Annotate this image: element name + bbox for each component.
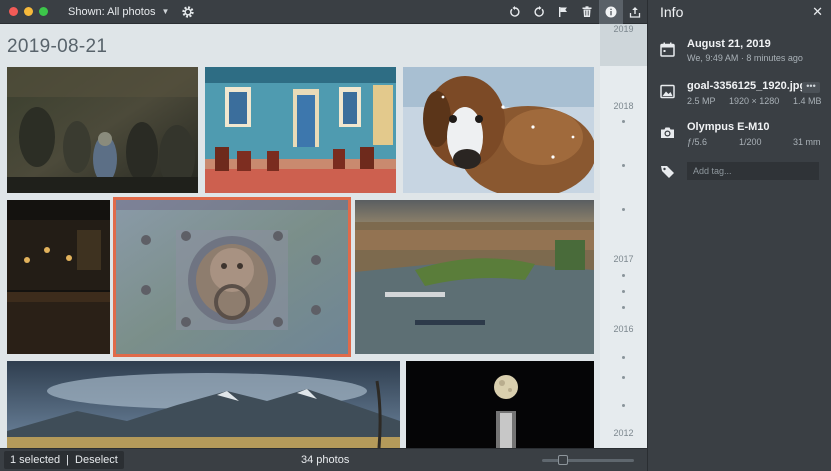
image-icon xyxy=(660,84,675,99)
zoom-window-button[interactable] xyxy=(39,7,48,16)
timeline-dot xyxy=(622,164,625,167)
status-bar: 1 selected | Deselect 34 photos xyxy=(0,448,647,471)
timeline-year-2017[interactable]: 2017 xyxy=(600,254,647,264)
chevron-down-icon: ▼ xyxy=(161,7,170,16)
info-date-subtitle: We, 9:49 AM · 8 minutes ago xyxy=(687,53,803,63)
add-tag-input[interactable] xyxy=(687,162,819,180)
selection-box: 1 selected | Deselect xyxy=(4,451,124,469)
photo-tile[interactable] xyxy=(7,200,110,354)
share-icon xyxy=(629,7,641,18)
toolbar: Shown: All photos ▼ xyxy=(0,0,647,24)
divider: | xyxy=(66,454,70,466)
crowd-street-photo xyxy=(7,67,198,193)
photo-tile[interactable] xyxy=(7,361,400,448)
flag-button[interactable] xyxy=(551,0,575,24)
rotate-left-button[interactable] xyxy=(503,0,527,24)
share-button[interactable] xyxy=(623,0,647,24)
info-icon xyxy=(605,6,617,18)
river-town-photo xyxy=(355,200,594,354)
tag-icon xyxy=(661,166,674,178)
mountain-landscape-photo xyxy=(7,361,400,448)
calendar-icon xyxy=(660,42,675,57)
photo-tile[interactable] xyxy=(355,200,594,354)
timeline-year-2018[interactable]: 2018 xyxy=(600,101,647,111)
info-focal-length: 31 mm xyxy=(793,137,821,147)
minimize-window-button[interactable] xyxy=(24,7,33,16)
timeline-year-2012[interactable]: 2012 xyxy=(600,428,647,438)
timeline-dot xyxy=(622,404,625,407)
photo-tile[interactable] xyxy=(403,67,594,193)
shown-filter-label: Shown: All photos xyxy=(68,5,156,18)
info-panel: Info ✕ August 21, 2019 We, 9:49 AM · 8 m… xyxy=(647,0,831,471)
rotate-right-icon xyxy=(534,6,544,17)
camera-icon xyxy=(661,127,674,138)
cafe-building-photo xyxy=(205,67,396,193)
photo-tile[interactable] xyxy=(205,67,396,193)
info-title: Info xyxy=(660,4,684,20)
info-button[interactable] xyxy=(599,0,623,24)
timeline-scrubber[interactable]: 2019 2018 2017 2016 2012 xyxy=(600,24,647,448)
photo-tile[interactable] xyxy=(406,361,594,448)
flag-icon xyxy=(559,7,567,17)
zoom-slider[interactable] xyxy=(542,455,634,465)
timeline-year-2016[interactable]: 2016 xyxy=(600,324,647,334)
timeline-dot xyxy=(622,208,625,211)
selection-count: 1 selected xyxy=(10,454,61,466)
deselect-button[interactable]: Deselect xyxy=(75,454,118,466)
rotate-right-button[interactable] xyxy=(527,0,551,24)
info-date-title: August 21, 2019 xyxy=(687,38,771,50)
rotate-left-icon xyxy=(510,6,520,17)
timeline-dot xyxy=(622,306,625,309)
shown-filter-dropdown[interactable]: Shown: All photos ▼ xyxy=(68,6,169,18)
date-header: 2019-08-21 xyxy=(7,36,108,57)
info-file-size: 1.4 MB xyxy=(793,96,822,106)
timeline-dot xyxy=(622,356,625,359)
zoom-slider-knob[interactable] xyxy=(558,455,568,465)
dark-bar-photo xyxy=(7,200,110,354)
info-megapixels: 2.5 MP xyxy=(687,96,716,106)
snow-dog-photo xyxy=(403,67,594,193)
more-options-button[interactable]: ••• xyxy=(802,82,820,93)
info-file-name: goal-3356125_1920.jpg xyxy=(687,80,807,92)
info-shutter: 1/200 xyxy=(739,137,762,147)
timeline-year-2019[interactable]: 2019 xyxy=(600,24,647,34)
lion-door-knocker-photo xyxy=(116,200,348,354)
trash-button[interactable] xyxy=(575,0,599,24)
photo-count: 34 photos xyxy=(301,454,350,466)
photo-grid: 2019-08-21 xyxy=(0,24,600,448)
toolbar-actions xyxy=(503,0,647,24)
info-aperture: ƒ/5.6 xyxy=(687,137,708,147)
moon-night-photo xyxy=(406,361,594,448)
close-icon[interactable]: ✕ xyxy=(812,4,823,20)
timeline-dot xyxy=(622,274,625,277)
info-dimensions: 1920 × 1280 xyxy=(729,96,780,106)
photo-tile[interactable] xyxy=(7,67,198,193)
trash-icon xyxy=(582,6,592,17)
timeline-dot xyxy=(622,120,625,123)
gear-icon[interactable] xyxy=(181,5,195,19)
photo-tile-selected[interactable] xyxy=(113,197,351,357)
close-window-button[interactable] xyxy=(9,7,18,16)
timeline-dot xyxy=(622,376,625,379)
timeline-dot xyxy=(622,290,625,293)
info-camera-model: Olympus E-M10 xyxy=(687,121,770,133)
window-controls xyxy=(9,7,48,16)
